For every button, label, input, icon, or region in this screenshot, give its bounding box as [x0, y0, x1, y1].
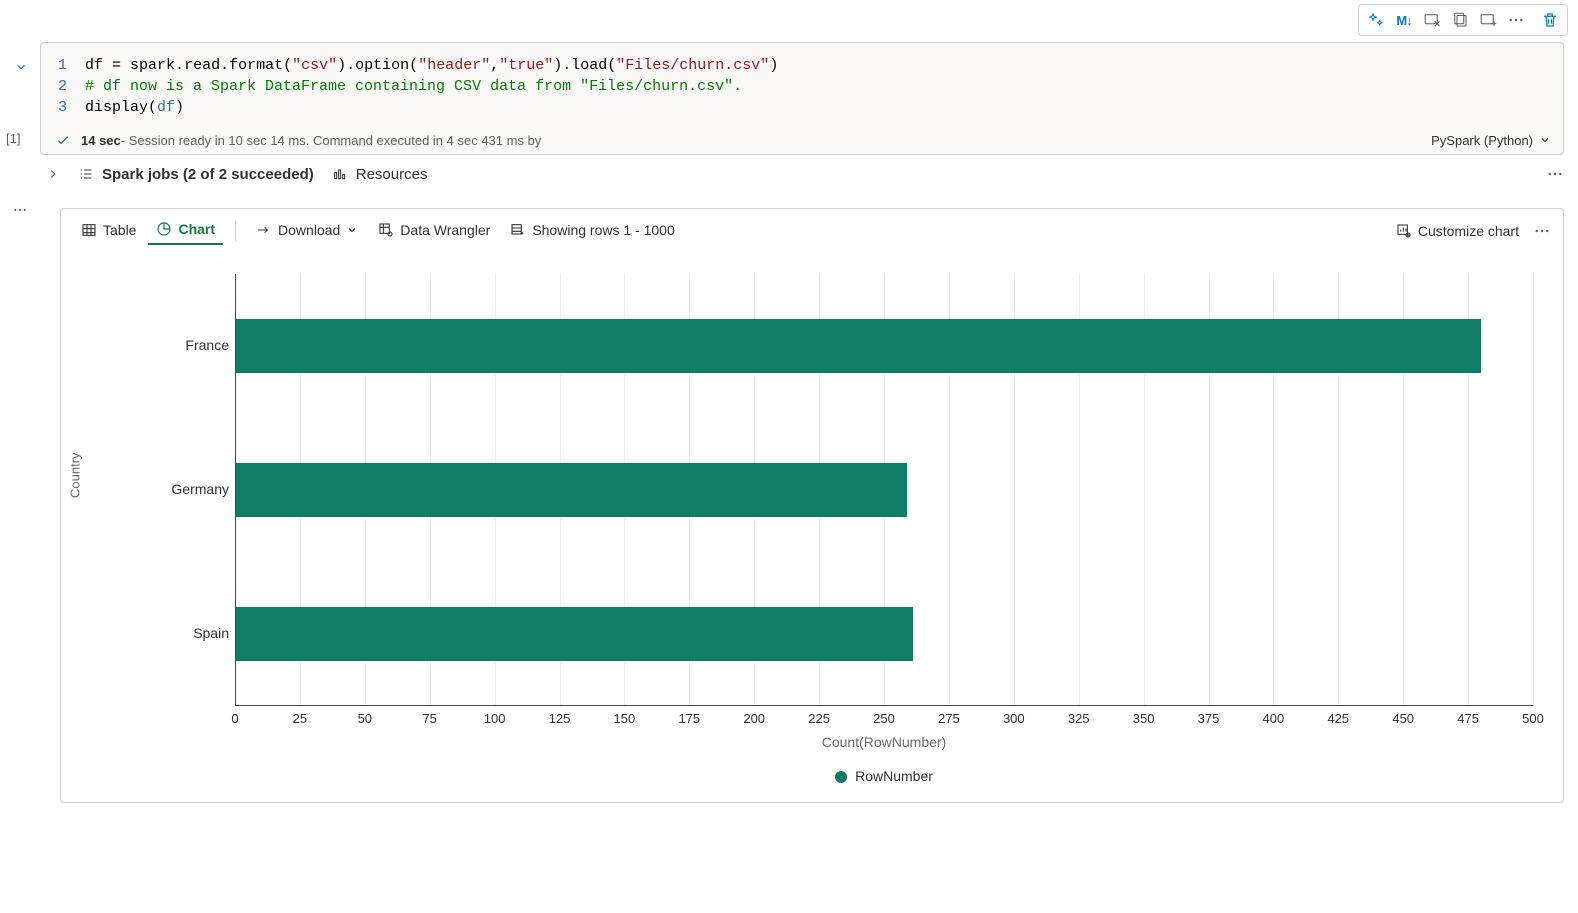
chart-x-tick-label: 350	[1133, 711, 1155, 726]
chart-x-tick-label: 400	[1263, 711, 1285, 726]
rows-indicator[interactable]: Showing rows 1 - 1000	[502, 218, 682, 244]
chart-x-tick-label: 375	[1198, 711, 1220, 726]
rows-label: Showing rows 1 - 1000	[532, 222, 674, 238]
tab-chart-label: Chart	[178, 221, 215, 237]
expand-output-icon[interactable]	[46, 167, 60, 181]
wrangler-icon	[378, 222, 394, 238]
exec-detail: - Session ready in 10 sec 14 ms. Command…	[121, 133, 542, 148]
copy-cell-icon[interactable]	[1447, 7, 1473, 33]
chart-x-tick-label: 425	[1327, 711, 1349, 726]
chart-x-tick-label: 250	[873, 711, 895, 726]
resources-button[interactable]: Resources	[332, 166, 428, 183]
chart-x-tick-label: 450	[1392, 711, 1414, 726]
cell-index-label: [1]	[6, 131, 20, 146]
code-line: 3display(df)	[57, 97, 1547, 118]
chart-bar[interactable]	[235, 607, 913, 661]
data-wrangler-label: Data Wrangler	[400, 222, 490, 238]
tab-chart[interactable]: Chart	[148, 217, 223, 245]
table-icon	[81, 222, 97, 238]
chart-ylabel: Country	[68, 453, 83, 499]
delete-cell-icon[interactable]	[1537, 7, 1563, 33]
tab-table-label: Table	[103, 222, 136, 238]
chart-icon	[156, 221, 172, 237]
rows-icon	[510, 222, 526, 238]
chart-y-axis	[235, 274, 236, 706]
output-summary-row: Spark jobs (2 of 2 succeeded) Resources	[46, 165, 1564, 183]
chart-x-tick-label: 125	[549, 711, 571, 726]
chart-x-tick-label: 50	[358, 711, 372, 726]
code-cell: 1df = spark.read.format("csv").option("h…	[40, 42, 1564, 155]
markdown-toggle[interactable]: M↓	[1391, 7, 1417, 33]
code-line: 1df = spark.read.format("csv").option("h…	[57, 55, 1547, 76]
customize-chart-label: Customize chart	[1418, 223, 1519, 239]
legend-label: RowNumber	[855, 768, 933, 784]
spark-jobs-label: Spark jobs (2 of 2 succeeded)	[102, 166, 314, 183]
chart-legend: RowNumber	[235, 768, 1533, 784]
chart-x-tick-label: 100	[484, 711, 506, 726]
chart-category-label: Germany	[139, 481, 229, 497]
output-panel: Table Chart Download Data Wrangler	[60, 208, 1564, 803]
customize-chart-button[interactable]: Customize chart	[1396, 223, 1519, 239]
chart-gridline	[1533, 274, 1534, 706]
download-button[interactable]: Download	[248, 218, 366, 244]
separator	[235, 221, 236, 241]
chart-x-tick-label: 175	[678, 711, 700, 726]
chart-x-tick-label: 275	[938, 711, 960, 726]
tab-table[interactable]: Table	[73, 218, 144, 244]
line-number: 3	[57, 97, 85, 118]
more-actions-icon[interactable]	[1503, 7, 1529, 33]
chart-x-axis	[235, 705, 1533, 706]
chart-bar[interactable]	[235, 463, 907, 517]
chart-x-tick-label: 225	[808, 711, 830, 726]
spark-jobs-button[interactable]: Spark jobs (2 of 2 succeeded)	[78, 166, 314, 183]
output-toolbar: Table Chart Download Data Wrangler	[61, 209, 1563, 254]
legend-swatch	[835, 771, 847, 783]
chart-x-tick-label: 0	[231, 711, 238, 726]
code-line: 2# df now is a Spark DataFrame containin…	[57, 76, 1547, 97]
chart-bar[interactable]	[235, 319, 1481, 373]
chart-area: Country 0 25 50 75 100 125 150 175 200 225 250 275 3…	[61, 254, 1563, 802]
execution-status-row: 14 sec - Session ready in 10 sec 14 ms. …	[41, 128, 1563, 154]
resources-icon	[332, 166, 348, 182]
chart-category-label: Spain	[139, 625, 229, 641]
chart-x-tick-label: 25	[293, 711, 307, 726]
output-chart-more-icon[interactable]	[1533, 222, 1551, 240]
language-selector[interactable]: PySpark (Python)	[1431, 133, 1551, 148]
customize-icon	[1396, 223, 1412, 239]
clear-output-icon[interactable]	[1419, 7, 1445, 33]
chart-x-tick-label: 300	[1003, 711, 1025, 726]
output-gutter-more-icon[interactable]	[12, 202, 28, 218]
chart-x-tick-label: 200	[743, 711, 765, 726]
copilot-icon[interactable]	[1363, 7, 1389, 33]
chart-x-tick-label: 150	[614, 711, 636, 726]
download-label: Download	[278, 222, 340, 238]
chart-x-tick-label: 325	[1068, 711, 1090, 726]
chart-x-tick-label: 75	[422, 711, 436, 726]
cell-action-bar: M↓	[1358, 4, 1568, 36]
output-more-icon[interactable]	[1546, 165, 1564, 183]
chart-xlabel: Count(RowNumber)	[235, 734, 1533, 750]
chart-x-tick-label: 500	[1522, 711, 1544, 726]
chevron-down-icon	[346, 224, 358, 236]
collapse-cell-icon[interactable]	[14, 60, 28, 74]
chart-x-tick-label: 475	[1457, 711, 1479, 726]
chart-category-label: France	[139, 337, 229, 353]
language-label: PySpark (Python)	[1431, 133, 1533, 148]
line-number: 1	[57, 55, 85, 76]
exec-duration: 14 sec	[81, 133, 121, 148]
resources-label: Resources	[356, 166, 428, 183]
list-icon	[78, 166, 94, 182]
download-icon	[256, 222, 272, 238]
code-editor[interactable]: 1df = spark.read.format("csv").option("h…	[41, 43, 1563, 128]
chevron-down-icon	[1539, 134, 1551, 146]
success-check-icon	[55, 132, 71, 148]
add-below-icon[interactable]	[1475, 7, 1501, 33]
data-wrangler-button[interactable]: Data Wrangler	[370, 218, 498, 244]
line-number: 2	[57, 76, 85, 97]
